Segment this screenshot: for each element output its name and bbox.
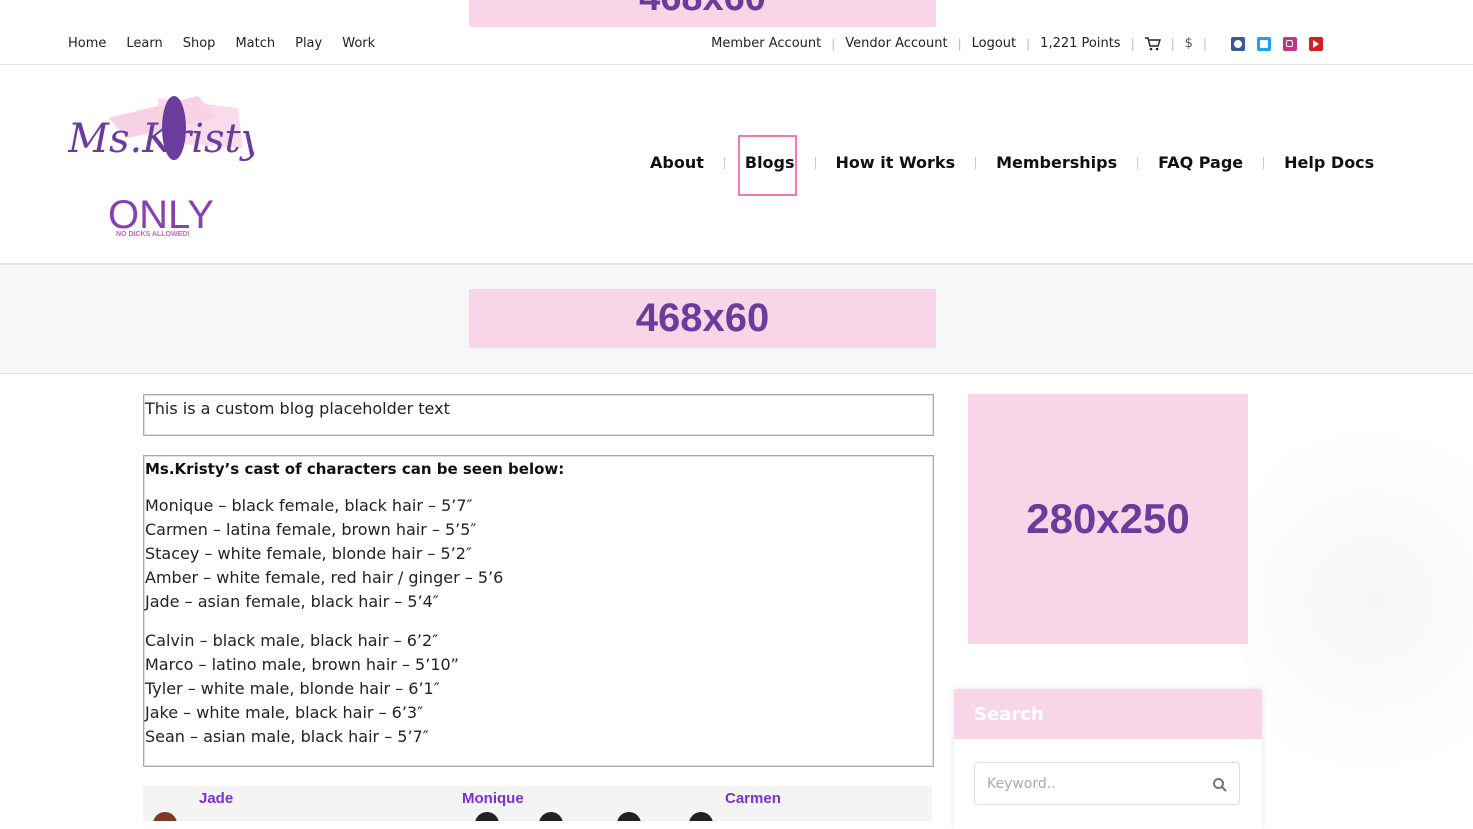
account-bar: Member Account | Vendor Account | Logout… (711, 36, 1323, 51)
topnav-work[interactable]: Work (342, 36, 375, 51)
cast-avatar (539, 812, 563, 821)
banner-ad-label: 468x60 (635, 296, 770, 340)
logo-text: Ms.Kristy's (68, 116, 254, 162)
top-ad-label: 468x60 (639, 0, 766, 17)
logout-link[interactable]: Logout (972, 36, 1017, 51)
cast-row: Tyler – white male, blonde hair – 6’1″ (145, 679, 440, 698)
search-widget: Search (954, 689, 1262, 829)
nav-faq[interactable]: FAQ Page (1158, 153, 1243, 172)
cast-list-box: Ms.Kristy’s cast of characters can be se… (143, 455, 934, 767)
instagram-icon[interactable] (1283, 36, 1297, 51)
cast-title: Ms.Kristy’s cast of characters can be se… (145, 460, 565, 478)
topnav-match[interactable]: Match (235, 36, 275, 51)
placeholder-text: This is a custom blog placeholder text (145, 399, 450, 418)
topnav-shop[interactable]: Shop (183, 36, 216, 51)
divider: | (1170, 36, 1175, 51)
cast-avatar (153, 812, 177, 821)
currency-link[interactable]: $ (1185, 36, 1193, 51)
top-nav: Home Learn Shop Match Play Work (68, 36, 395, 51)
cart-icon[interactable] (1144, 36, 1161, 51)
divider: | (831, 36, 836, 51)
cast-name-jade: Jade (199, 790, 234, 807)
divider (723, 156, 725, 169)
cast-row: Marco – latino male, brown hair – 5’10” (145, 655, 459, 674)
divider (1137, 156, 1139, 169)
band-divider (0, 373, 1473, 374)
cast-row: Jade – asian female, black hair – 5’4″ (145, 592, 439, 611)
search-widget-header: Search (954, 689, 1262, 739)
cast-avatar (475, 812, 499, 821)
cast-image-strip: Jade Monique Carmen (143, 786, 932, 821)
youtube-icon[interactable] (1309, 36, 1323, 51)
twitter-icon[interactable] (1257, 36, 1271, 51)
cast-row: Calvin – black male, black hair – 6’2″ (145, 631, 439, 650)
svg-text:NO DICKS ALLOWED!: NO DICKS ALLOWED! (116, 231, 190, 238)
member-account-link[interactable]: Member Account (711, 36, 821, 51)
divider (975, 156, 977, 169)
banner-ad[interactable]: 468x60 (469, 289, 936, 348)
top-ad-banner[interactable]: 468x60 (469, 0, 936, 27)
sidebar-ad[interactable]: 280x250 (968, 394, 1248, 644)
cast-row: Sean – asian male, black hair – 5’7″ (145, 727, 429, 746)
nav-memberships[interactable]: Memberships (996, 153, 1117, 172)
divider: | (1130, 36, 1135, 51)
cast-row: Carmen – latina female, brown hair – 5’5… (145, 520, 477, 539)
sidebar-ad-label: 280x250 (1026, 495, 1190, 542)
search-widget-title: Search (974, 703, 1044, 725)
cast-name-monique: Monique (462, 790, 524, 807)
background-decoration (1240, 380, 1473, 820)
topnav-learn[interactable]: Learn (126, 36, 162, 51)
site-logo[interactable]: Ms.Kristy's ONLY NO DICKS ALLOWED! (67, 88, 295, 240)
divider: | (957, 36, 962, 51)
cast-row: Amber – white female, red hair / ginger … (145, 568, 504, 587)
male-cast-list: Calvin – black male, black hair – 6’2″ M… (144, 629, 933, 749)
main-nav: About Blogs How it Works Memberships FAQ… (650, 153, 1374, 172)
points-link[interactable]: 1,221 Points (1040, 36, 1120, 51)
cast-avatar (689, 812, 713, 821)
search-icon[interactable] (1212, 777, 1228, 793)
cast-name-carmen: Carmen (725, 790, 781, 807)
cast-row: Jake – white male, black hair – 6’3″ (145, 703, 424, 722)
nav-about[interactable]: About (650, 153, 704, 172)
nav-blogs[interactable]: Blogs (745, 153, 795, 172)
cast-row: Stacey – white female, blonde hair – 5’2… (145, 544, 472, 563)
social-links (1231, 36, 1323, 51)
topnav-play[interactable]: Play (295, 36, 322, 51)
divider (1263, 156, 1265, 169)
divider: | (1202, 36, 1207, 51)
vendor-account-link[interactable]: Vendor Account (845, 36, 947, 51)
facebook-icon[interactable] (1231, 36, 1245, 51)
search-input[interactable] (974, 762, 1240, 805)
placeholder-text-box: This is a custom blog placeholder text (143, 394, 934, 436)
nav-help-docs[interactable]: Help Docs (1284, 153, 1374, 172)
nav-how-it-works[interactable]: How it Works (836, 153, 956, 172)
female-cast-list: Monique – black female, black hair – 5’7… (144, 494, 933, 614)
top-divider (0, 64, 1473, 65)
divider (814, 156, 816, 169)
cast-row: Monique – black female, black hair – 5’7… (145, 496, 473, 515)
divider: | (1026, 36, 1031, 51)
cast-avatar (617, 812, 641, 821)
topnav-home[interactable]: Home (68, 36, 106, 51)
